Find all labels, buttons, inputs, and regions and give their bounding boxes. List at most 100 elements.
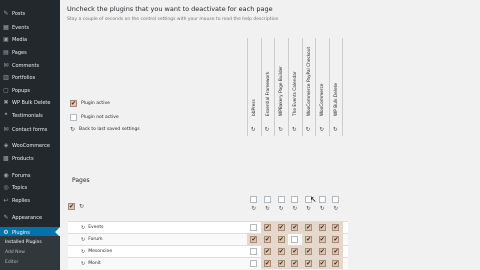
column-checkbox[interactable]	[291, 196, 299, 203]
plugin-cell[interactable]: ✔	[301, 258, 316, 269]
reset-icon[interactable]: ↻	[319, 127, 324, 133]
checkbox-empty-icon[interactable]	[250, 260, 258, 267]
column-checkbox[interactable]	[277, 196, 285, 203]
column-checkbox[interactable]	[318, 196, 326, 203]
column-checkbox[interactable]	[332, 196, 340, 203]
plugin-cell[interactable]: ✔	[315, 222, 330, 233]
checkbox-checked-icon[interactable]: ✔	[291, 260, 299, 267]
reset-icon[interactable]: ↻	[81, 225, 85, 231]
sidebar-item[interactable]: ◎ Topics	[0, 182, 60, 193]
checkbox-checked-icon[interactable]: ✔	[305, 224, 313, 231]
sidebar-item[interactable]: ▦ Events	[0, 22, 60, 33]
reset-icon[interactable]: ↻	[278, 127, 283, 133]
submenu-item[interactable]: Add New	[5, 250, 25, 255]
reset-icon[interactable]: ↻	[79, 203, 84, 210]
checkbox-checked-icon[interactable]: ✔	[277, 224, 285, 231]
checkbox-checked-icon[interactable]: ✔	[264, 236, 272, 243]
reset-icon[interactable]: ↻	[306, 127, 311, 133]
reset-icon[interactable]: ↻	[81, 237, 85, 243]
checkbox-checked-icon[interactable]: ✔	[318, 224, 326, 231]
checkbox-checked-icon[interactable]: ✔	[332, 224, 340, 231]
checkbox-checked-icon[interactable]: ✔	[277, 248, 285, 255]
plugin-cell[interactable]: ✔	[288, 222, 302, 233]
sidebar-item[interactable]: ▢ Popups	[0, 85, 60, 96]
checkbox-checked-icon[interactable]: ✔	[264, 224, 272, 231]
checkbox-checked-icon[interactable]: ✔	[318, 260, 326, 267]
checkbox-checked-icon[interactable]: ✔	[291, 248, 299, 255]
reset-icon[interactable]: ↻	[306, 206, 311, 212]
plugin-cell[interactable]: ✔	[329, 258, 343, 269]
submenu-item[interactable]: Editor	[5, 260, 18, 265]
plugin-cell[interactable]: ✔	[274, 246, 289, 257]
plugin-cell[interactable]: ✔	[274, 234, 289, 245]
plugin-cell[interactable]: ✔	[315, 246, 330, 257]
plugin-cell[interactable]: ✔	[274, 222, 289, 233]
checkbox-checked-icon[interactable]: ✔	[305, 260, 313, 267]
sidebar-item[interactable]: ❝ Testimonials	[0, 110, 60, 121]
plugin-cell[interactable]: ✔	[315, 258, 330, 269]
plugin-cell[interactable]: ✔	[301, 246, 316, 257]
sidebar-item[interactable]: ✉ Comments	[0, 60, 60, 71]
plugin-cell[interactable]: ✔	[260, 258, 275, 269]
checkbox-checked-icon[interactable]: ✔	[332, 248, 340, 255]
checkbox-checked-icon[interactable]: ✔	[264, 260, 272, 267]
sidebar-item[interactable]: ◈ WooCommerce	[0, 140, 60, 151]
sidebar-item[interactable]: ▤ Pages	[0, 47, 60, 58]
plugin-cell[interactable]: ✔	[260, 246, 275, 257]
plugin-cell[interactable]	[247, 258, 261, 269]
plugin-cell[interactable]: ✔	[329, 246, 343, 257]
checkbox-checked-icon[interactable]: ✔	[305, 248, 313, 255]
column-checkbox[interactable]	[250, 196, 258, 203]
checkbox-empty-icon[interactable]	[250, 224, 258, 231]
plugin-cell[interactable]	[247, 246, 261, 257]
reset-icon[interactable]: ↻	[81, 249, 85, 255]
reset-icon[interactable]: ↻	[265, 127, 270, 133]
reset-icon[interactable]: ↻	[265, 206, 270, 212]
plugin-cell[interactable]: ✔	[288, 258, 302, 269]
plugin-cell[interactable]: ✔	[288, 246, 302, 257]
plugin-cell[interactable]	[247, 222, 261, 233]
sidebar-item[interactable]: ✉ Contact forms	[0, 124, 60, 135]
checkbox-empty-icon[interactable]	[291, 236, 299, 243]
plugin-cell[interactable]: ✔	[260, 222, 275, 233]
reset-icon[interactable]: ↻	[292, 127, 297, 133]
plugin-cell[interactable]: ✔	[315, 234, 330, 245]
reset-icon[interactable]: ↻	[252, 206, 257, 212]
reset-icon[interactable]: ↻	[279, 206, 284, 212]
pages-master-checkbox[interactable]: ✔	[68, 203, 75, 210]
checkbox-checked-icon[interactable]: ✔	[318, 248, 326, 255]
reset-icon[interactable]: ↻	[334, 206, 339, 212]
checkbox-empty-icon[interactable]	[250, 248, 258, 255]
plugin-cell[interactable]: ✔	[301, 222, 316, 233]
sidebar-item[interactable]: ▣ Media	[0, 34, 60, 45]
checkbox-checked-icon[interactable]: ✔	[332, 236, 340, 243]
reset-icon[interactable]: ↻	[251, 127, 256, 133]
column-checkbox[interactable]	[264, 196, 272, 203]
reset-icon[interactable]: ↻	[293, 206, 298, 212]
checkbox-checked-icon[interactable]: ✔	[305, 236, 313, 243]
checkbox-checked-icon[interactable]: ✔	[250, 236, 258, 243]
sidebar-item[interactable]: ✖ WP Bulk Delete	[0, 97, 60, 108]
checkbox-checked-icon[interactable]: ✔	[264, 248, 272, 255]
plugin-cell[interactable]: ✔	[329, 222, 343, 233]
sidebar-item[interactable]: ↩ Replies	[0, 195, 60, 206]
checkbox-checked-icon[interactable]: ✔	[291, 224, 299, 231]
submenu-item[interactable]: Installed Plugins	[5, 240, 42, 245]
sidebar-item[interactable]: ✎ Appearance	[0, 212, 60, 223]
sidebar-item[interactable]: ▩ Products	[0, 153, 60, 164]
checkbox-checked-icon[interactable]: ✔	[318, 236, 326, 243]
checkbox-checked-icon[interactable]: ✔	[277, 236, 285, 243]
plugin-cell[interactable]	[288, 234, 302, 245]
reset-icon[interactable]: ↻	[320, 206, 325, 212]
reset-icon[interactable]: ↻	[81, 261, 85, 267]
sidebar-item[interactable]: ▥ Portfolios	[0, 72, 60, 83]
sidebar-item[interactable]: ◉ Forums	[0, 170, 60, 181]
plugin-cell[interactable]: ✔	[329, 234, 343, 245]
reset-icon[interactable]: ↻	[333, 127, 338, 133]
sidebar-item[interactable]: ✎ Posts	[0, 8, 60, 19]
checkbox-checked-icon[interactable]: ✔	[277, 260, 285, 267]
plugin-cell[interactable]: ✔	[247, 234, 261, 245]
plugin-cell[interactable]: ✔	[301, 234, 316, 245]
checkbox-checked-icon[interactable]: ✔	[332, 260, 340, 267]
plugin-cell[interactable]: ✔	[260, 234, 275, 245]
